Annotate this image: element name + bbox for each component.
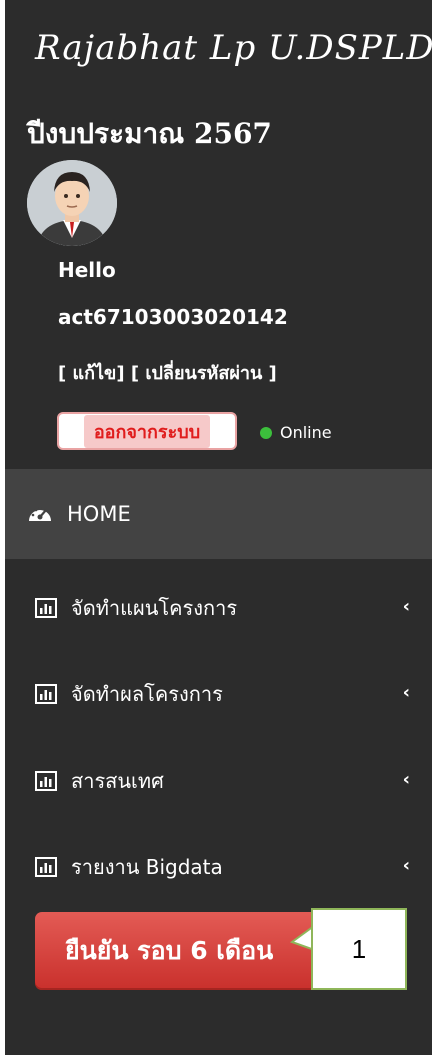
online-status-text: Online	[280, 423, 332, 442]
account-links: [ แก้ไข] [ เปลี่ยนรหัสผ่าน ]	[58, 358, 277, 387]
bar-chart-icon	[35, 598, 57, 618]
chevron-left-icon: ‹	[402, 855, 410, 876]
nav-home-label: HOME	[67, 502, 131, 526]
online-status: Online	[260, 423, 332, 442]
edit-profile-link[interactable]: [ แก้ไข]	[58, 363, 125, 384]
nav-item-project-result[interactable]: จัดทำผลโครงการ ‹	[5, 664, 432, 724]
bar-chart-icon	[35, 857, 57, 877]
username-text: act67103003020142	[58, 305, 288, 329]
bar-chart-icon	[35, 684, 57, 704]
nav-item-label: สารสนเทศ	[71, 769, 164, 793]
nav-item-label: จัดทำผลโครงการ	[71, 682, 223, 706]
sidebar: Rajabhat Lp U.DSPLD. ปีงบประมาณ 2567 Hel…	[5, 0, 432, 1055]
dashboard-icon	[27, 503, 53, 525]
status-dot-icon	[260, 426, 272, 439]
logout-button[interactable]: ออกจากระบบ	[57, 412, 237, 450]
greeting-text: Hello	[58, 258, 116, 282]
brand-title[interactable]: Rajabhat Lp U.DSPLD.	[35, 28, 432, 68]
change-password-link[interactable]: [ เปลี่ยนรหัสผ่าน ]	[131, 363, 277, 384]
avatar	[27, 160, 117, 246]
confirm-button-label: ยืนยัน รอบ 6 เดือน	[65, 936, 274, 965]
fiscal-year-label: ปีงบประมาณ 2567	[27, 117, 272, 150]
nav-item-label: จัดทำแผนโครงการ	[71, 596, 238, 620]
user-avatar-icon	[27, 160, 117, 246]
logout-button-label: ออกจากระบบ	[83, 414, 211, 448]
nav-item-project-plan[interactable]: จัดทำแผนโครงการ ‹	[5, 578, 432, 638]
nav-item-information[interactable]: สารสนเทศ ‹	[5, 751, 432, 811]
nav-item-label: รายงาน Bigdata	[71, 855, 223, 879]
chevron-left-icon: ‹	[402, 682, 410, 703]
annotation-number: 1	[351, 933, 367, 964]
chevron-left-icon: ‹	[402, 596, 410, 617]
bar-chart-icon	[35, 771, 57, 791]
chevron-left-icon: ‹	[402, 769, 410, 790]
annotation-callout: 1	[311, 908, 407, 990]
nav-item-bigdata-report[interactable]: รายงาน Bigdata ‹	[5, 837, 432, 897]
nav-home[interactable]: HOME	[5, 469, 432, 559]
